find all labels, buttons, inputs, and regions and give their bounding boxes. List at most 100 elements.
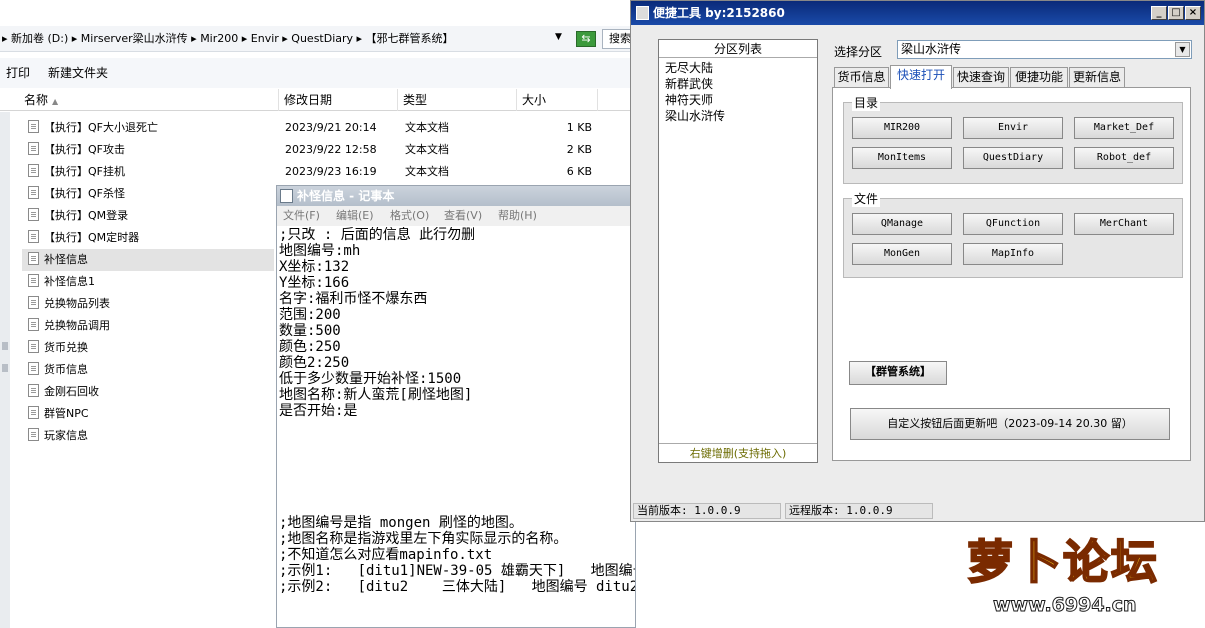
zone-list-title: 分区列表 (659, 40, 817, 58)
file-name: 群管NPC (44, 407, 89, 420)
menu-edit[interactable]: 编辑(E) (336, 206, 374, 226)
text-file-icon (28, 428, 39, 441)
quick-open-panel: 目录 MIR200 Envir Market_Def MonItems Ques… (832, 87, 1191, 461)
file-row[interactable]: 金刚石回收 (22, 381, 274, 403)
text-file-icon (28, 406, 39, 419)
file-row[interactable]: 【执行】QF杀怪 (22, 183, 274, 205)
open-merchant-button[interactable]: MerChant (1074, 213, 1174, 235)
column-name[interactable]: 名称 ▲ (20, 89, 279, 111)
file-name: 补怪信息1 (44, 275, 95, 288)
file-name: 补怪信息 (44, 253, 88, 266)
zone-select[interactable]: 梁山水浒传 ▼ (897, 40, 1192, 59)
app-icon (636, 6, 649, 20)
open-mir200-button[interactable]: MIR200 (852, 117, 952, 139)
file-size: 6 KB (566, 165, 592, 178)
breadcrumb[interactable]: ▸ 新加卷 (D:) ▸ Mirserver梁山水浒传 ▸ Mir200 ▸ E… (0, 26, 454, 52)
open-qmanage-button[interactable]: QManage (852, 213, 952, 235)
open-mapinfo-button[interactable]: MapInfo (963, 243, 1063, 265)
text-file-icon (28, 208, 39, 221)
address-dropdown-icon[interactable]: ▼ (555, 32, 562, 42)
open-monitems-button[interactable]: MonItems (852, 147, 952, 169)
tab-updates[interactable]: 更新信息 (1069, 67, 1125, 87)
maximize-button[interactable]: □ (1168, 6, 1184, 20)
tool-title[interactable]: 便捷工具 by:2152860 (631, 1, 1204, 25)
custom-button[interactable]: 自定义按钮后面更新吧（2023-09-14 20.30 留） (850, 408, 1170, 440)
file-name: 【执行】QM登录 (44, 209, 129, 222)
file-row[interactable]: 【执行】QM登录 (22, 205, 274, 227)
zone-item[interactable]: 梁山水浒传 (665, 108, 725, 124)
open-market-def-button[interactable]: Market_Def (1074, 117, 1174, 139)
column-date[interactable]: 修改日期 (280, 89, 398, 111)
column-type[interactable]: 类型 (399, 89, 517, 111)
zone-item[interactable]: 神符天师 (665, 92, 713, 108)
watermark-url: www.6994.cn (993, 594, 1138, 617)
text-file-icon (28, 318, 39, 331)
column-name-label: 名称 (24, 93, 49, 107)
chevron-down-icon[interactable]: ▼ (1175, 42, 1190, 57)
open-robot-def-button[interactable]: Robot_def (1074, 147, 1174, 169)
file-date: 2023/9/22 12:58 (285, 143, 377, 156)
column-header: 名称 ▲ 修改日期 类型 大小 (0, 89, 640, 111)
minimize-button[interactable]: _ (1151, 6, 1167, 20)
refresh-icon[interactable]: ⇆ (576, 31, 596, 47)
file-row[interactable]: 补怪信息 (22, 249, 274, 271)
tab-currency[interactable]: 货币信息 (834, 67, 889, 87)
file-name: 【执行】QF攻击 (44, 143, 125, 156)
zone-item[interactable]: 无尽大陆 (665, 60, 713, 76)
file-name: 【执行】QM定时器 (44, 231, 140, 244)
tool-window: 便捷工具 by:2152860 _ □ × 分区列表 无尽大陆 新群武侠 神符天… (630, 0, 1205, 522)
menu-view[interactable]: 查看(V) (444, 206, 482, 226)
file-row[interactable]: 【执行】QF大小退死亡 (22, 117, 274, 139)
file-group-label: 文件 (852, 190, 881, 207)
file-type: 文本文档 (405, 121, 449, 134)
tab-quick-query[interactable]: 快速查询 (953, 67, 1009, 87)
column-size[interactable]: 大小 (518, 89, 598, 111)
notepad-menubar: 文件(F) 编辑(E) 格式(O) 查看(V) 帮助(H) (277, 206, 635, 226)
remote-version: 远程版本: 1.0.0.9 (785, 503, 933, 519)
sort-asc-icon: ▲ (52, 97, 59, 106)
file-row[interactable]: 群管NPC (22, 403, 274, 425)
tab-quick-open[interactable]: 快速打开 (890, 65, 952, 89)
notepad-text-area[interactable]: ;只改 : 后面的信息 此行勿删 地图编号:mh X坐标:132 Y坐标:166… (279, 227, 635, 627)
file-row[interactable]: 兑换物品列表 (22, 293, 274, 315)
nav-pane-edge (0, 112, 10, 628)
text-file-icon (28, 274, 39, 287)
tab-tools[interactable]: 便捷功能 (1010, 67, 1068, 87)
text-file-icon (28, 362, 39, 375)
menu-format[interactable]: 格式(O) (390, 206, 429, 226)
file-date: 2023/9/21 20:14 (285, 121, 377, 134)
open-envir-button[interactable]: Envir (963, 117, 1063, 139)
text-file-icon (28, 340, 39, 353)
file-name: 【执行】QF杀怪 (44, 187, 125, 200)
new-folder-button[interactable]: 新建文件夹 (48, 64, 108, 81)
open-questdiary-button[interactable]: QuestDiary (963, 147, 1063, 169)
file-row[interactable]: 【执行】QF挂机 (22, 161, 274, 183)
file-row[interactable]: 货币信息 (22, 359, 274, 381)
print-button[interactable]: 打印 (6, 64, 30, 81)
notepad-title[interactable]: 补怪信息 - 记事本 (277, 186, 635, 206)
file-row[interactable]: 【执行】QF攻击 (22, 139, 274, 161)
address-bar[interactable]: ▸ 新加卷 (D:) ▸ Mirserver梁山水浒传 ▸ Mir200 ▸ E… (0, 26, 640, 52)
open-mongen-button[interactable]: MonGen (852, 243, 952, 265)
menu-file[interactable]: 文件(F) (283, 206, 320, 226)
open-qfunction-button[interactable]: QFunction (963, 213, 1063, 235)
text-file-icon (28, 120, 39, 133)
nav-marker (2, 342, 8, 350)
menu-help[interactable]: 帮助(H) (498, 206, 537, 226)
zone-list: 分区列表 无尽大陆 新群武侠 神符天师 梁山水浒传 右键增删(支持拖入) (658, 39, 818, 463)
text-file-icon (28, 164, 39, 177)
zone-item[interactable]: 新群武侠 (665, 76, 713, 92)
file-row[interactable]: 【执行】QM定时器 (22, 227, 274, 249)
file-row[interactable]: 玩家信息 (22, 425, 274, 447)
group-system-button[interactable]: 【群管系统】 (849, 361, 947, 385)
file-name: 货币信息 (44, 363, 88, 376)
watermark-text: 萝卜论坛 (966, 534, 1159, 590)
text-file-icon (28, 384, 39, 397)
file-type: 文本文档 (405, 165, 449, 178)
file-name: 金刚石回收 (44, 385, 99, 398)
file-row[interactable]: 货币兑换 (22, 337, 274, 359)
close-button[interactable]: × (1185, 6, 1201, 20)
file-name: 兑换物品列表 (44, 297, 110, 310)
file-row[interactable]: 兑换物品调用 (22, 315, 274, 337)
file-row[interactable]: 补怪信息1 (22, 271, 274, 293)
